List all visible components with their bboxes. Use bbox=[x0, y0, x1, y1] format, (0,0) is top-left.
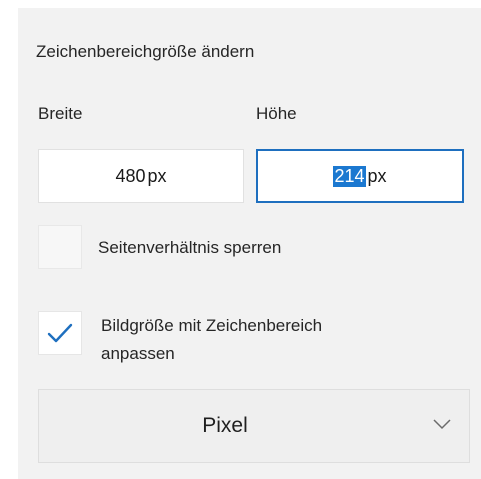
lock-aspect-checkbox[interactable] bbox=[38, 225, 82, 269]
resize-image-label-line2: anpassen bbox=[101, 344, 175, 363]
width-label: Breite bbox=[38, 104, 83, 123]
height-value-selected: 214 bbox=[333, 165, 366, 187]
chevron-down-icon bbox=[433, 419, 451, 430]
height-unit: px bbox=[367, 165, 387, 186]
panel-title: Zeichenbereichgröße ändern bbox=[36, 42, 255, 61]
lock-aspect-label: Seitenverhältnis sperren bbox=[98, 238, 282, 257]
width-value: 480 bbox=[115, 165, 146, 186]
unit-dropdown-value: Pixel bbox=[202, 414, 248, 437]
height-label: Höhe bbox=[256, 104, 297, 123]
width-input[interactable]: 480 px bbox=[38, 149, 244, 203]
resize-image-checkbox[interactable] bbox=[38, 311, 82, 355]
unit-dropdown[interactable]: Pixel bbox=[38, 389, 470, 463]
width-unit: px bbox=[147, 165, 167, 186]
height-input[interactable]: 214 px bbox=[256, 149, 464, 203]
resize-image-label: Bildgröße mit Zeichenbereich anpassen bbox=[101, 312, 322, 368]
checkmark-icon bbox=[47, 323, 73, 343]
resize-image-label-line1: Bildgröße mit Zeichenbereich bbox=[101, 316, 323, 335]
